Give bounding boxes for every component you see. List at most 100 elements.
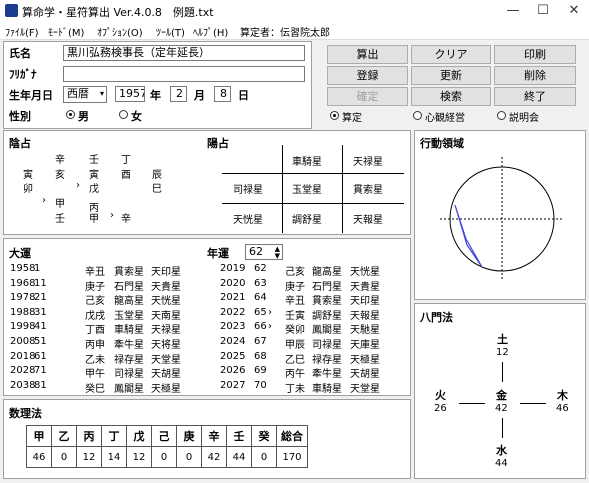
kana-input[interactable] bbox=[63, 66, 305, 82]
sex-female-radio[interactable] bbox=[119, 110, 128, 119]
suri-value-cell: 44 bbox=[226, 446, 252, 468]
yosen-cell: 車騎星 bbox=[292, 157, 322, 168]
mode-setsumei-label: 説明会 bbox=[509, 113, 539, 124]
wood-value: 46 bbox=[556, 403, 569, 414]
inzen-cell: 辛 bbox=[55, 155, 65, 166]
metal-value: 42 bbox=[495, 403, 508, 414]
suri-table: 甲乙丙丁戊己庚辛壬癸総合 46 0 12 14 12 0 0 42 44 0 170 bbox=[26, 425, 308, 468]
earth-label: 土 bbox=[497, 333, 508, 346]
suri-header-cell: 辛 bbox=[201, 425, 227, 447]
window-title: 算命学・星符算出 Ver.4.0.8 例題.txt bbox=[22, 6, 214, 19]
delete-button[interactable]: 削除 bbox=[494, 66, 576, 85]
mode-setsumei-radio[interactable] bbox=[497, 111, 506, 120]
nenun-year: 2020 bbox=[220, 277, 246, 289]
exit-button[interactable]: 終了 bbox=[494, 87, 576, 106]
year-input[interactable]: 1957 bbox=[115, 86, 145, 102]
water-value: 44 bbox=[495, 458, 508, 469]
inzen-cell: 甲 bbox=[89, 214, 99, 225]
taiun-year: 2008 bbox=[10, 336, 36, 347]
suri-title: 数理法 bbox=[9, 407, 42, 420]
mode-shinkan-radio[interactable] bbox=[413, 111, 422, 120]
taiun-cell: 天南星 bbox=[151, 310, 181, 322]
menu-mode[interactable]: ﾓｰﾄﾞ(M) bbox=[48, 24, 84, 39]
taiun-cell: 天印星 bbox=[151, 267, 181, 278]
month-unit: 月 bbox=[194, 89, 205, 102]
maximize-button[interactable]: ☐ bbox=[528, 0, 558, 22]
close-button[interactable]: ✕ bbox=[559, 0, 589, 22]
nenun-cell: 天庫星 bbox=[350, 340, 380, 351]
menu-bar: ﾌｧｲﾙ(F) ﾓｰﾄﾞ(M) ｵﾌﾟｼｮﾝ(O) ﾂｰﾙ(T) ﾍﾙﾌﾟ(H)… bbox=[0, 22, 589, 40]
menu-help[interactable]: ﾍﾙﾌﾟ(H) bbox=[193, 24, 228, 39]
taiun-cell: 天禄星 bbox=[151, 325, 181, 337]
taiun-age: 21 bbox=[34, 292, 47, 304]
age-spinner[interactable]: 62 ▲ ▼ bbox=[245, 244, 283, 260]
nenun-age: 66 bbox=[254, 321, 267, 333]
mode-santei-radio[interactable] bbox=[330, 111, 339, 120]
taiun-age: 81 bbox=[34, 379, 47, 391]
register-button[interactable]: 登録 bbox=[327, 66, 408, 85]
nenun-cell: 己亥 bbox=[285, 267, 305, 278]
clear-button[interactable]: クリア bbox=[411, 45, 491, 64]
nenun-age: 63 bbox=[254, 277, 267, 289]
menu-tool[interactable]: ﾂｰﾙ(T) bbox=[156, 24, 185, 39]
yosen-title: 陽占 bbox=[207, 137, 229, 150]
menu-option[interactable]: ｵﾌﾟｼｮﾝ(O) bbox=[97, 24, 143, 39]
taiun-age: 41 bbox=[34, 321, 47, 333]
taiun-cell: 癸巳 bbox=[85, 383, 105, 395]
nenun-cell: 貫索星 bbox=[312, 296, 342, 308]
nenun-cell: 司禄星 bbox=[312, 340, 342, 351]
mode-shinkan-label: 心観経営 bbox=[425, 113, 465, 124]
inzen-cell: 巳 bbox=[152, 184, 162, 195]
inzen-cell: 酉 bbox=[121, 170, 131, 181]
month-input[interactable]: 2 bbox=[170, 86, 187, 102]
earth-value: 12 bbox=[496, 347, 509, 358]
inzen-cell: 戊 bbox=[89, 184, 99, 195]
input-panel: 氏名 黒川弘務検事長（定年延長） ﾌﾘｶﾞﾅ 生年月日 西暦 ▾ 1957 年 … bbox=[3, 41, 312, 129]
search-button[interactable]: 検索 bbox=[411, 87, 491, 106]
wood-label: 木 bbox=[557, 389, 568, 402]
nenun-year: 2026 bbox=[220, 365, 246, 377]
nenun-cell: 丁未 bbox=[285, 383, 305, 395]
taiun-age: 51 bbox=[34, 336, 47, 347]
taiun-cell: 戊戌 bbox=[85, 310, 105, 322]
taiun-cell: 鳳閣星 bbox=[114, 383, 144, 395]
taiun-cell: 玉堂星 bbox=[114, 310, 144, 322]
print-button[interactable]: 印刷 bbox=[494, 45, 576, 64]
calculate-button[interactable]: 算出 bbox=[327, 45, 408, 64]
minimize-button[interactable]: — bbox=[498, 0, 528, 22]
inzen-cell: 壬 bbox=[89, 155, 99, 166]
sex-male-radio[interactable] bbox=[66, 110, 75, 119]
nenun-cell: 甲辰 bbox=[285, 340, 305, 351]
suri-header-cell: 庚 bbox=[176, 425, 202, 447]
suri-value-cell: 170 bbox=[276, 446, 308, 468]
taiun-cell: 庚子 bbox=[85, 281, 105, 293]
menu-file[interactable]: ﾌｧｲﾙ(F) bbox=[5, 24, 39, 39]
taiun-age: 11 bbox=[34, 277, 47, 289]
confirm-button[interactable]: 確定 bbox=[327, 87, 408, 106]
taiun-cell: 天極星 bbox=[151, 383, 181, 395]
name-input[interactable]: 黒川弘務検事長（定年延長） bbox=[63, 45, 305, 61]
suri-value-cell: 0 bbox=[176, 446, 202, 468]
nenun-cell: 車騎星 bbox=[312, 383, 342, 395]
taiun-cell: 丙申 bbox=[85, 340, 105, 351]
era-select[interactable]: 西暦 ▾ bbox=[63, 86, 107, 103]
suri-header-cell: 乙 bbox=[51, 425, 77, 447]
inzen-cell: 甲 bbox=[55, 199, 65, 210]
arrow-icon: › bbox=[76, 180, 80, 191]
nenun-age: 67 bbox=[254, 336, 267, 347]
year-unit: 年 bbox=[150, 89, 161, 102]
taiun-cell: 乙未 bbox=[85, 354, 105, 366]
suri-value-cell: 42 bbox=[201, 446, 227, 468]
nenun-age: 62 bbox=[254, 263, 267, 274]
nenun-title: 年運 bbox=[207, 247, 229, 260]
taiun-year: 1988 bbox=[10, 306, 36, 318]
update-button[interactable]: 更新 bbox=[411, 66, 491, 85]
spinner-arrows-icon[interactable]: ▲ ▼ bbox=[275, 246, 280, 260]
arrow-icon: › bbox=[268, 306, 272, 318]
nenun-cell: 天馳星 bbox=[350, 325, 380, 337]
connector-line bbox=[459, 403, 485, 404]
suri-value-cell: 14 bbox=[101, 446, 127, 468]
taiun-cell: 甲午 bbox=[85, 369, 105, 381]
day-input[interactable]: 8 bbox=[214, 86, 231, 102]
sex-female-label: 女 bbox=[131, 110, 142, 123]
